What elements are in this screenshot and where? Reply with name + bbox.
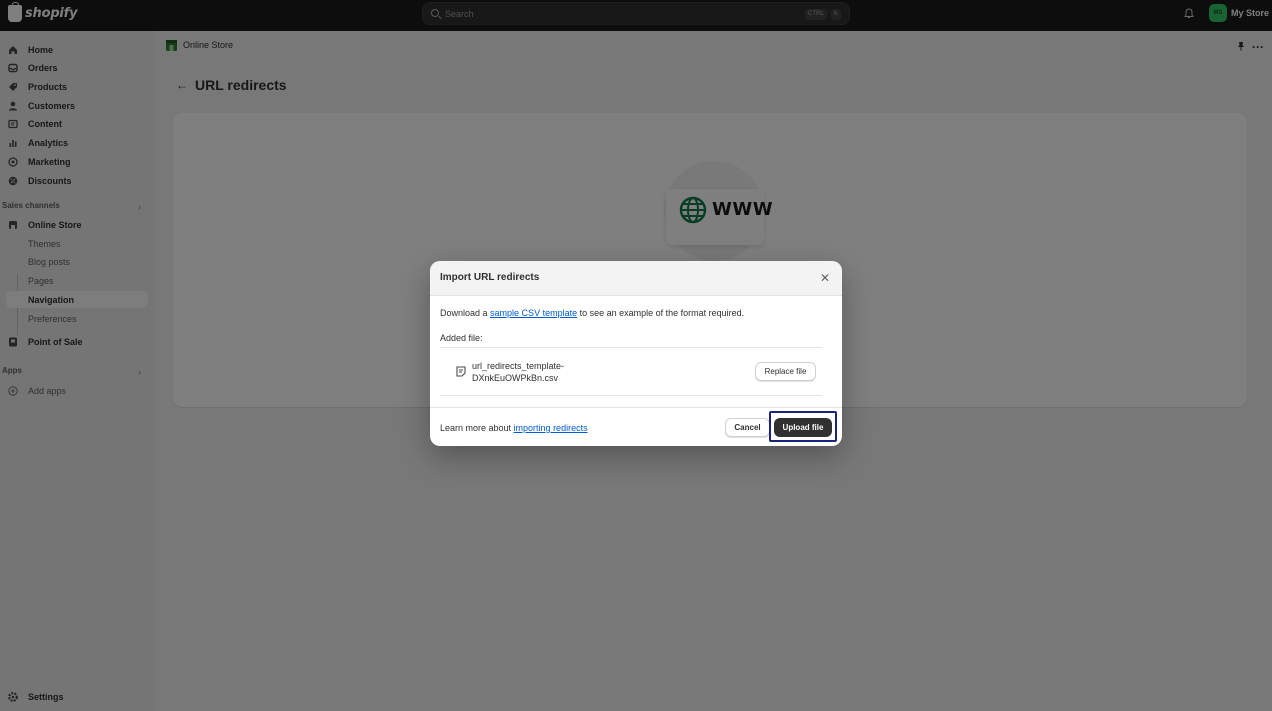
divider bbox=[440, 347, 822, 348]
modal-header: Import URL redirects ✕ bbox=[430, 261, 842, 296]
description-text: Download a bbox=[440, 308, 491, 318]
upload-button-highlight bbox=[769, 411, 837, 442]
file-name-line: url_redirects_template- bbox=[472, 361, 565, 371]
divider bbox=[440, 395, 822, 396]
learn-more: Learn more about importing redirects bbox=[440, 423, 588, 433]
replace-file-button[interactable]: Replace file bbox=[755, 362, 816, 381]
sample-csv-link[interactable]: sample CSV template bbox=[490, 308, 577, 318]
importing-redirects-link[interactable]: importing redirects bbox=[514, 423, 588, 433]
added-file-label: Added file: bbox=[440, 333, 483, 343]
file-icon bbox=[456, 366, 466, 377]
cancel-button[interactable]: Cancel bbox=[725, 418, 770, 437]
file-name: url_redirects_template- DXnkEuOWPkBn.csv bbox=[472, 360, 592, 384]
description-text: to see an example of the format required… bbox=[577, 308, 745, 318]
file-name-line: DXnkEuOWPkBn.csv bbox=[472, 373, 559, 383]
close-icon[interactable]: ✕ bbox=[818, 271, 832, 285]
modal-description: Download a sample CSV template to see an… bbox=[440, 308, 744, 318]
modal-title: Import URL redirects bbox=[440, 272, 540, 283]
learn-more-text: Learn more about bbox=[440, 423, 514, 433]
footer-divider bbox=[430, 407, 842, 408]
